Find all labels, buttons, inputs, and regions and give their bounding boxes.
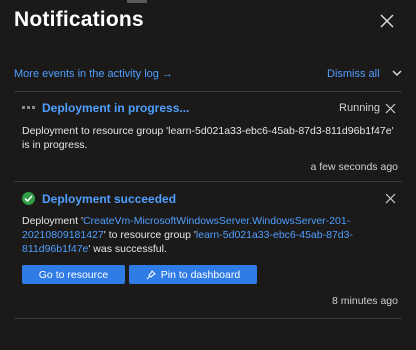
top-decoration [127,0,147,3]
divider [14,91,402,92]
success-check-icon [22,192,35,205]
chevron-down-icon[interactable] [392,68,402,78]
body-text: ' to resource group ' [103,229,196,241]
notification-time: a few seconds ago [310,161,398,173]
notification-title[interactable]: Deployment in progress... [42,101,189,115]
deployment-link-part1: CreateVm-MicrosoftWindowsServer.WindowsS… [82,215,351,227]
pin-icon [146,269,156,279]
activity-log-link-label: More events in the activity log [14,68,159,80]
arrow-right-icon: → [161,68,173,80]
dismiss-notification-icon[interactable] [385,103,396,114]
body-text: Deployment ' [22,215,83,227]
divider [14,318,402,319]
status-label: Running [339,102,380,114]
resource-group-link-part1: learn-5d021a33-ebc6-45ab-87d3- [195,229,353,241]
pin-to-dashboard-label: Pin to dashboard [160,268,241,281]
divider [14,181,402,182]
dismiss-all-button[interactable]: Dismiss all [327,68,380,80]
notification-title[interactable]: Deployment succeeded [42,192,176,206]
notification-succeeded: Deployment succeeded Deployment 'CreateV… [14,192,402,312]
body-text: ' was successful. [88,243,167,255]
pin-to-dashboard-button[interactable]: Pin to dashboard [129,265,257,284]
notifications-panel: Notifications More events in the activit… [0,0,416,350]
dismiss-notification-icon[interactable] [385,193,396,204]
go-to-resource-button[interactable]: Go to resource [22,265,125,284]
panel-title: Notifications [14,8,144,31]
deployment-link-part2: 20210809181427 [22,229,104,241]
progress-dots-icon [22,106,36,110]
close-panel-button[interactable] [380,14,396,30]
activity-log-link[interactable]: More events in the activity log → [14,68,173,80]
notification-in-progress: Deployment in progress... Running Deploy… [14,101,402,179]
notification-body: Deployment 'CreateVm-MicrosoftWindowsSer… [22,214,402,256]
notification-time: 8 minutes ago [332,295,398,307]
close-icon [380,14,394,28]
resource-group-link-part2: 811d96b1f47e [22,243,89,255]
go-to-resource-label: Go to resource [38,268,109,281]
notification-body: Deployment to resource group 'learn-5d02… [22,125,394,151]
